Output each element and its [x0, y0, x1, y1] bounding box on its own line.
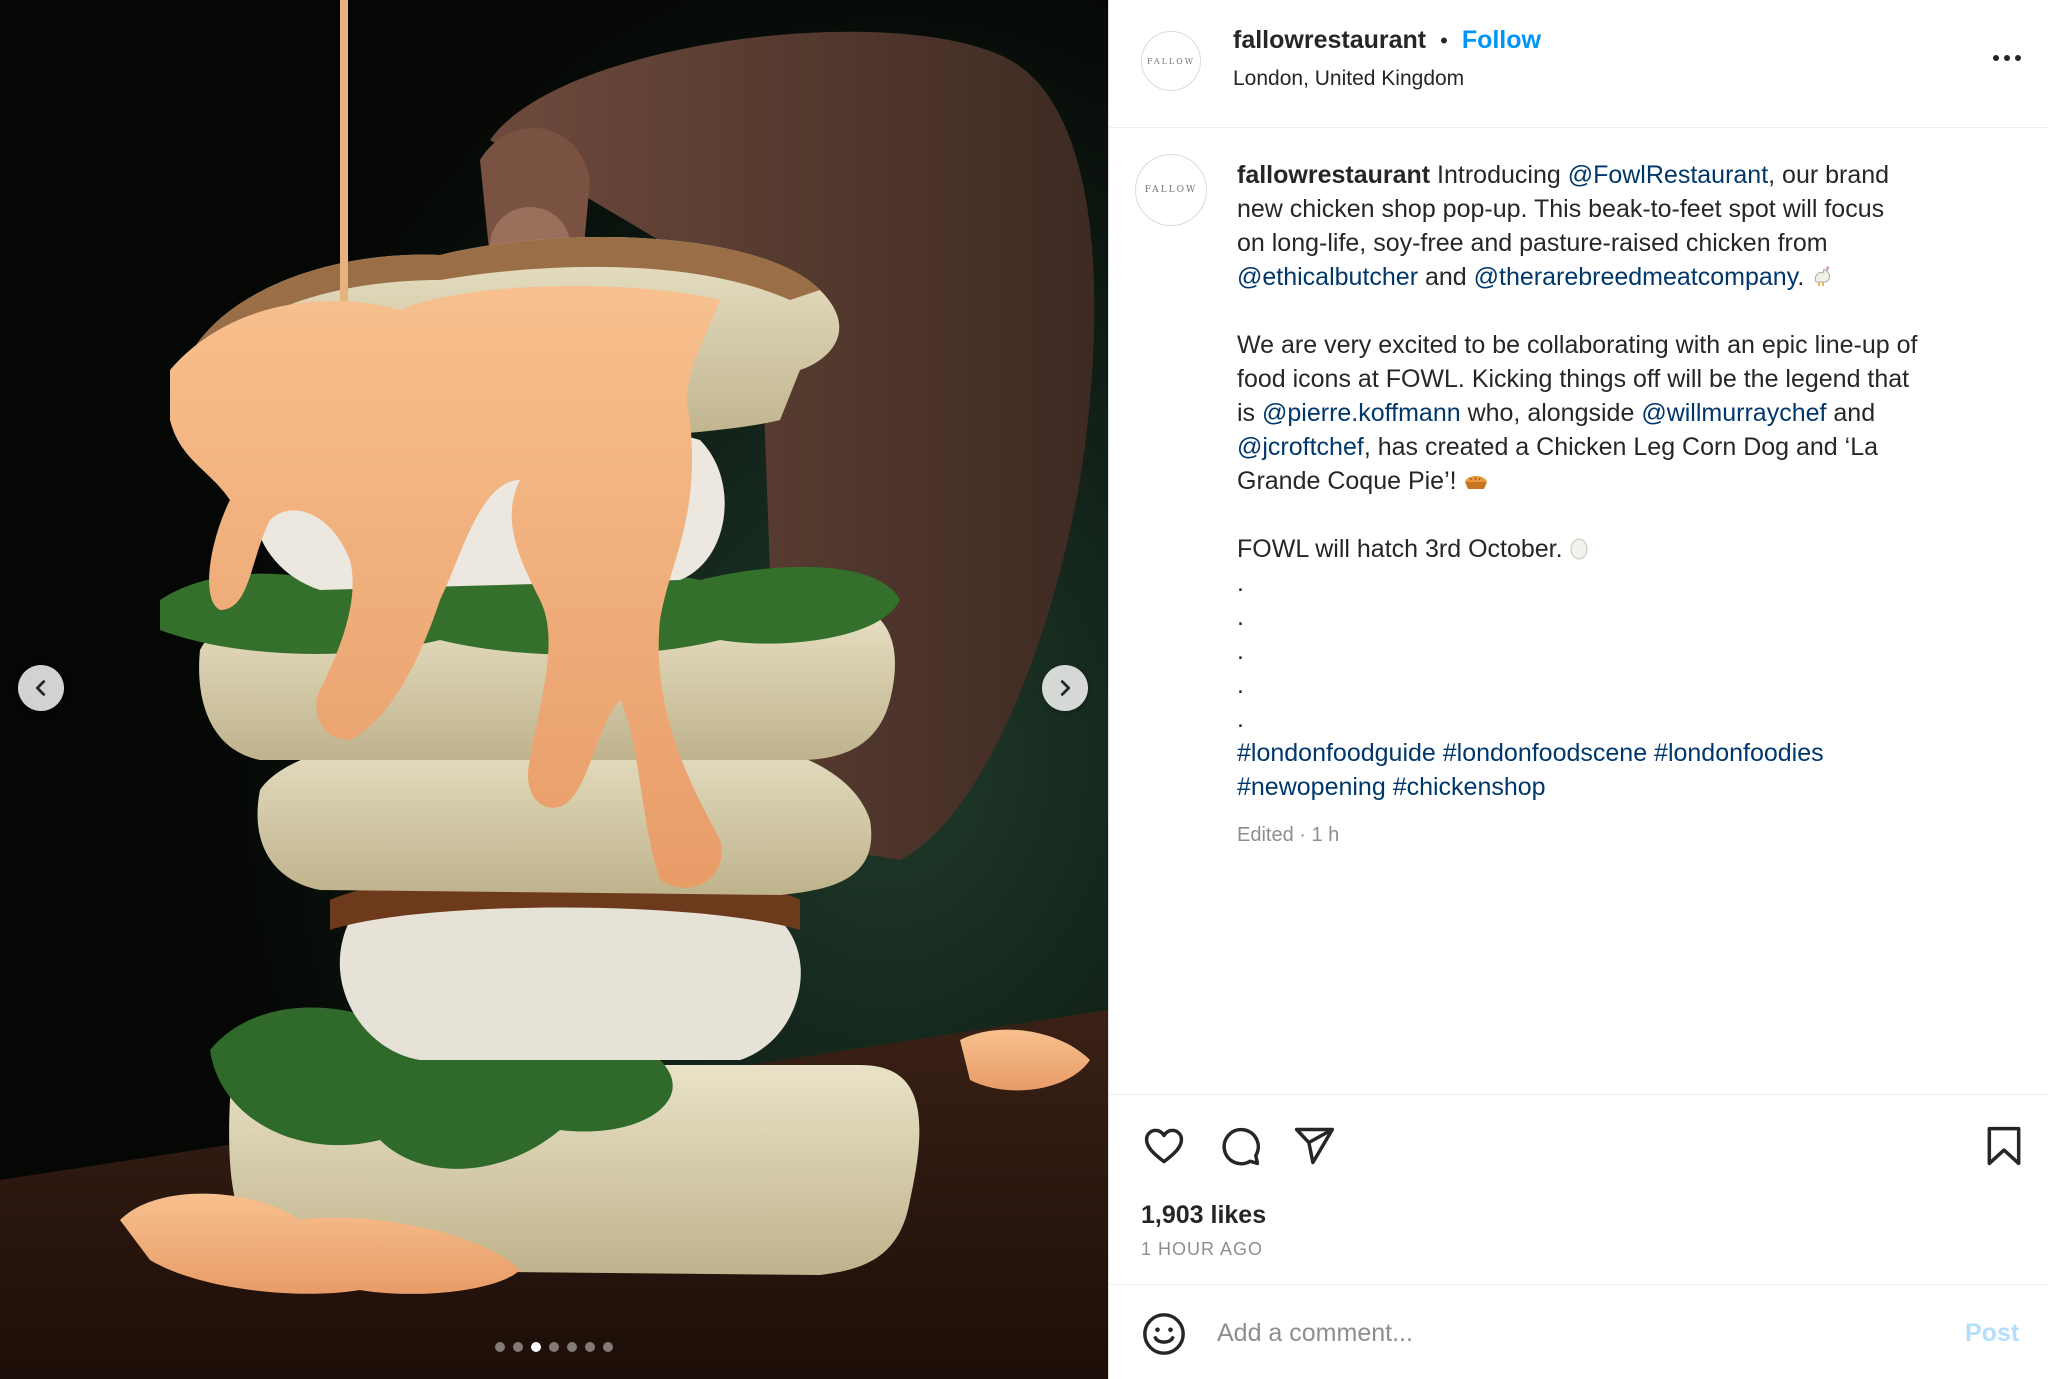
caption-line: We are very excited to be collaborating …	[1237, 331, 1918, 359]
caption-text-run: who, alongside	[1460, 399, 1642, 427]
caption-dot: .	[1237, 637, 1244, 665]
caption-text-run: Introducing	[1430, 161, 1568, 189]
chevron-left-icon	[35, 680, 46, 696]
carousel-dot-active	[531, 1342, 541, 1352]
caption-dot: .	[1237, 569, 1244, 597]
follow-button[interactable]: Follow	[1462, 26, 1541, 55]
caption-section: FALLOW fallowrestaurant Introducing @Fow…	[1109, 128, 2048, 1094]
more-icon	[1993, 55, 1999, 61]
carousel-indicator	[0, 1342, 1108, 1352]
bookmark-icon	[1987, 1126, 2021, 1166]
post-time[interactable]: 1 HOUR AGO	[1141, 1239, 1263, 1260]
more-options-button[interactable]	[1987, 46, 2027, 70]
comment-bar: Post	[1109, 1284, 2048, 1379]
caption-line: fallowrestaurant Introducing @FowlRestau…	[1237, 158, 2017, 192]
caption-dot: .	[1237, 603, 1244, 631]
post-comment-button[interactable]: Post	[1965, 1319, 2019, 1348]
more-icon-dot	[2004, 55, 2010, 61]
avatar[interactable]: FALLOW	[1141, 31, 1201, 91]
carousel-dot	[549, 1342, 559, 1352]
caption-line: Grande Coque Pie’!	[1237, 464, 2017, 498]
carousel-dot	[603, 1342, 613, 1352]
carousel-dot	[567, 1342, 577, 1352]
egg-emoji	[1570, 538, 1588, 560]
caption-line: FOWL will hatch 3rd October.	[1237, 532, 2017, 566]
post-photo	[0, 0, 1108, 1379]
hashtag-links[interactable]: #londonfoodguide #londonfoodscene #londo…	[1237, 736, 2017, 770]
rooster-emoji	[1815, 266, 1831, 286]
caption-text-run: , has created a Chicken Leg Corn Dog and…	[1363, 433, 1879, 461]
carousel-dot	[495, 1342, 505, 1352]
chevron-right-icon	[1060, 680, 1071, 696]
caption-text-run: and	[1418, 263, 1474, 291]
caption-avatar[interactable]: FALLOW	[1135, 154, 1207, 226]
next-photo-button[interactable]	[1042, 665, 1088, 711]
caption-text: fallowrestaurant Introducing @FowlRestau…	[1237, 158, 2017, 852]
mention-link[interactable]: @therarebreedmeatcompany	[1474, 263, 1798, 291]
caption-line: food icons at FOWL. Kicking things off w…	[1237, 365, 1910, 393]
caption-dot: .	[1237, 671, 1244, 699]
mention-link[interactable]: @ethicalbutcher	[1237, 263, 1418, 291]
action-bar: 1,903 likes 1 HOUR AGO	[1109, 1094, 2048, 1284]
comment-button[interactable]	[1217, 1123, 1263, 1169]
avatar-logo-text: FALLOW	[1144, 185, 1198, 195]
carousel-dot	[585, 1342, 595, 1352]
caption-username[interactable]: fallowrestaurant	[1237, 161, 1430, 189]
caption-dot: .	[1237, 705, 1244, 733]
caption-line: @jcroftchef, has created a Chicken Leg C…	[1237, 430, 2017, 464]
mention-link[interactable]: @FowlRestaurant	[1568, 161, 1768, 189]
separator-dot: •	[1440, 27, 1448, 53]
caption-line: new chicken shop pop-up. This beak-to-fe…	[1237, 195, 1885, 223]
avatar-logo-text: FALLOW	[1146, 56, 1196, 66]
smile-icon[interactable]	[1141, 1311, 1187, 1357]
caption-text-run: , our brand	[1768, 161, 1890, 189]
caption-text-run: and	[1826, 399, 1876, 427]
heart-icon	[1144, 1128, 1184, 1164]
previous-photo-button[interactable]	[18, 665, 64, 711]
caption-text-run: is	[1237, 399, 1262, 427]
caption-text-run: .	[1797, 263, 1805, 291]
hashtag-links[interactable]: #newopening #chickenshop	[1237, 770, 2017, 804]
more-icon-dot	[2015, 55, 2021, 61]
caption-text-run: FOWL will hatch 3rd October.	[1237, 535, 1563, 563]
mention-link[interactable]: @pierre.koffmann	[1262, 399, 1461, 427]
caption-line: is @pierre.koffmann who, alongside @will…	[1237, 396, 2017, 430]
pie-emoji	[1464, 476, 1487, 489]
mention-link[interactable]: @willmurraychef	[1641, 399, 1826, 427]
caption-line: on long-life, soy-free and pasture-raise…	[1237, 229, 1828, 257]
comment-input[interactable]	[1217, 1311, 1917, 1355]
share-button[interactable]	[1291, 1123, 1337, 1169]
likes-count[interactable]: 1,903 likes	[1141, 1201, 1266, 1230]
edited-timestamp: Edited · 1 h	[1237, 824, 1340, 846]
post-header: FALLOW fallowrestaurant • Follow London,…	[1109, 0, 2048, 128]
post-username[interactable]: fallowrestaurant	[1233, 26, 1426, 55]
mention-link[interactable]: @jcroftchef	[1237, 433, 1364, 461]
send-icon	[1294, 1127, 1335, 1165]
post-panel: FALLOW fallowrestaurant • Follow London,…	[1108, 0, 2048, 1379]
carousel-dot	[513, 1342, 523, 1352]
post-media[interactable]	[0, 0, 1108, 1379]
like-button[interactable]	[1141, 1123, 1187, 1169]
header-user-row: fallowrestaurant • Follow	[1233, 26, 1541, 55]
caption-line: @ethicalbutcher and @therarebreedmeatcom…	[1237, 260, 2017, 294]
caption-text-run: Grande Coque Pie’!	[1237, 467, 1457, 495]
post-location[interactable]: London, United Kingdom	[1233, 67, 1464, 91]
save-button[interactable]	[1981, 1123, 2027, 1169]
comment-icon	[1222, 1127, 1260, 1166]
